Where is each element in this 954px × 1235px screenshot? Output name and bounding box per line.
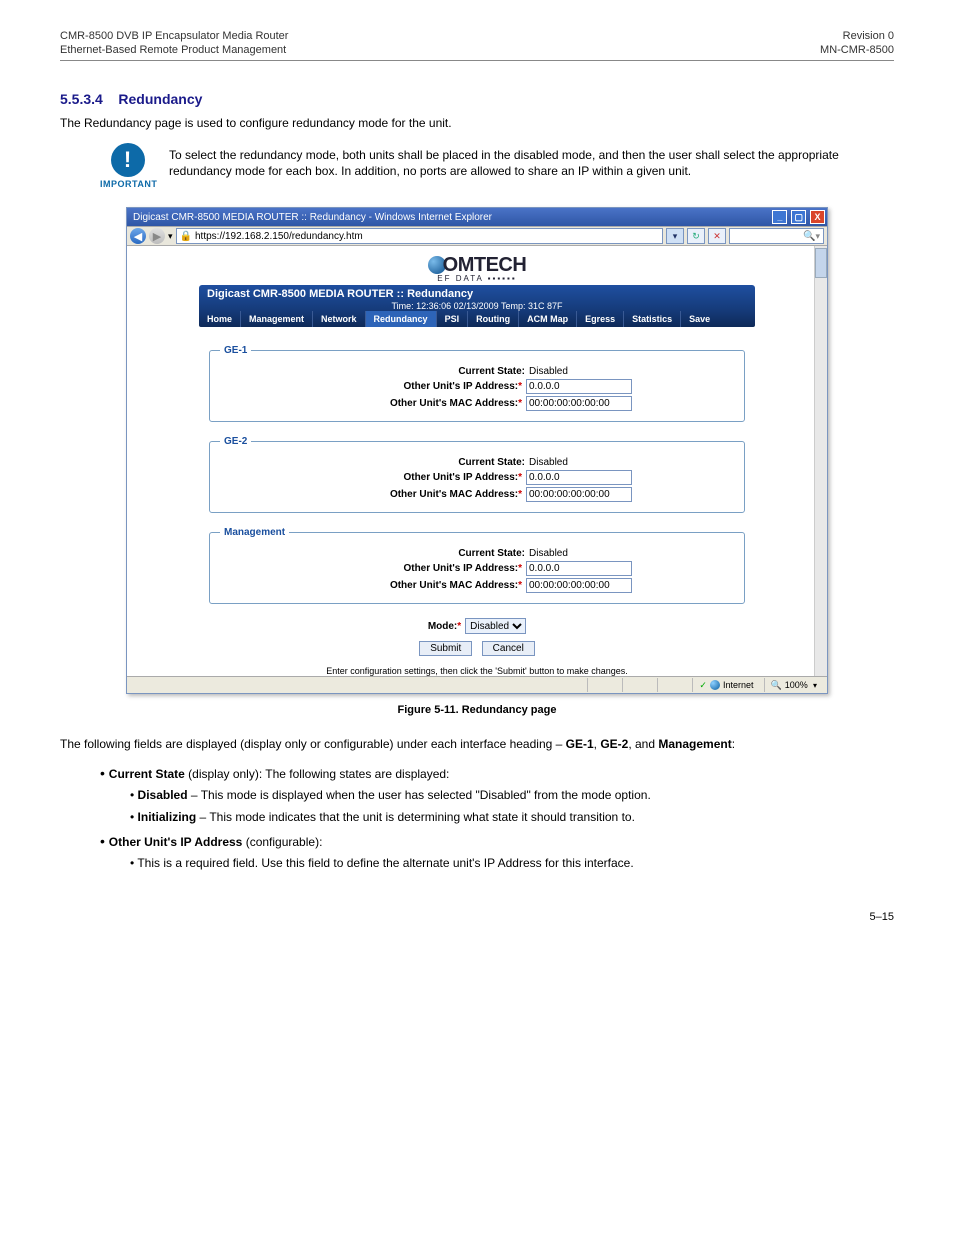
legend-ge-2: GE-2 xyxy=(220,436,251,447)
window-maximize-button[interactable]: ▢ xyxy=(791,210,806,224)
tab-routing[interactable]: Routing xyxy=(468,311,519,327)
tab-row: Home Management Network Redundancy PSI R… xyxy=(199,311,755,327)
fieldset-ge-2: GE-2 Current State: Disabled Other Unit'… xyxy=(209,436,745,513)
important-text: To select the redundancy mode, both unit… xyxy=(169,143,894,179)
fieldset-ge-1: GE-1 Current State: Disabled Other Unit'… xyxy=(209,345,745,422)
ge2-state-label: Current State: xyxy=(325,457,525,468)
section-title: Redundancy xyxy=(118,91,202,107)
doc-rev: Revision 0 xyxy=(843,30,894,42)
hint-line-1: Enter configuration settings, then click… xyxy=(207,666,747,676)
footer-page-number: 5–15 xyxy=(870,911,894,923)
legend-management: Management xyxy=(220,527,289,538)
ge1-mac-label: Other Unit's MAC Address:* xyxy=(322,398,522,409)
page-header-title: Digicast CMR-8500 MEDIA ROUTER :: Redund… xyxy=(207,288,473,300)
status-zoom: 100% xyxy=(785,680,808,690)
legend-ge-1: GE-1 xyxy=(220,345,251,356)
tab-management[interactable]: Management xyxy=(241,311,313,327)
tab-egress[interactable]: Egress xyxy=(577,311,624,327)
browser-window: Digicast CMR-8500 MEDIA ROUTER :: Redund… xyxy=(126,207,828,694)
ge1-ip-label: Other Unit's IP Address:* xyxy=(322,381,522,392)
address-bar[interactable]: 🔒 https://192.168.2.150/redundancy.htm xyxy=(176,228,663,244)
ge2-state-value: Disabled xyxy=(529,457,629,468)
window-minimize-button[interactable]: _ xyxy=(772,210,787,224)
address-url: https://192.168.2.150/redundancy.htm xyxy=(195,231,363,242)
intro-paragraph: The Redundancy page is used to configure… xyxy=(60,115,894,131)
refresh-button[interactable]: ↻ xyxy=(687,228,705,244)
scrollbar[interactable] xyxy=(814,246,827,676)
cancel-button[interactable]: Cancel xyxy=(482,641,535,656)
submit-button[interactable]: Submit xyxy=(419,641,472,656)
zoom-icon: 🔍 xyxy=(771,680,782,691)
window-title: Digicast CMR-8500 MEDIA ROUTER :: Redund… xyxy=(133,212,492,223)
tab-save[interactable]: Save xyxy=(681,311,718,327)
nav-back-button[interactable]: ◀ xyxy=(130,228,146,244)
mgmt-mac-label: Other Unit's MAC Address:* xyxy=(322,580,522,591)
bullet-other-ip: Other Unit's IP Address (configurable): … xyxy=(100,832,894,871)
doc-title-1: CMR-8500 DVB IP Encapsulator Media Route… xyxy=(60,30,288,42)
nav-forward-button[interactable]: ▶ xyxy=(149,228,165,244)
sub-disabled: Disabled – This mode is displayed when t… xyxy=(130,787,894,803)
ge2-mac-input[interactable] xyxy=(526,487,632,502)
page-header-time: Time: 12:36:06 02/13/2009 Temp: 31C 87F xyxy=(207,301,747,311)
ge1-mac-input[interactable] xyxy=(526,396,632,411)
search-box[interactable]: 🔍▾ xyxy=(729,228,824,244)
ge2-ip-input[interactable] xyxy=(526,470,632,485)
ge2-mac-label: Other Unit's MAC Address:* xyxy=(322,489,522,500)
doc-num: MN-CMR-8500 xyxy=(820,44,894,56)
window-close-button[interactable]: X xyxy=(810,210,825,224)
ge1-state-label: Current State: xyxy=(325,366,525,377)
window-titlebar: Digicast CMR-8500 MEDIA ROUTER :: Redund… xyxy=(127,208,827,226)
mgmt-ip-input[interactable] xyxy=(526,561,632,576)
tab-acm-map[interactable]: ACM Map xyxy=(519,311,577,327)
internet-icon xyxy=(710,680,720,690)
after-paragraph: The following fields are displayed (disp… xyxy=(60,736,894,752)
section-number: 5.5.3.4 xyxy=(60,91,103,107)
tab-psi[interactable]: PSI xyxy=(437,311,469,327)
addr-dropdown[interactable]: ▾ xyxy=(666,228,684,244)
mgmt-state-label: Current State: xyxy=(325,548,525,559)
ge1-ip-input[interactable] xyxy=(526,379,632,394)
logo: OMTECH EF DATA ▪▪▪▪▪▪ xyxy=(127,246,827,285)
mgmt-state-value: Disabled xyxy=(529,548,629,559)
sub-initializing: Initializing – This mode indicates that … xyxy=(130,809,894,825)
tab-statistics[interactable]: Statistics xyxy=(624,311,681,327)
fieldset-management: Management Current State: Disabled Other… xyxy=(209,527,745,604)
mgmt-mac-input[interactable] xyxy=(526,578,632,593)
figure-caption: Figure 5-11. Redundancy page xyxy=(60,704,894,716)
ge2-ip-label: Other Unit's IP Address:* xyxy=(322,472,522,483)
mode-label: Mode:* xyxy=(428,621,461,632)
page-header-bar: Digicast CMR-8500 MEDIA ROUTER :: Redund… xyxy=(199,285,755,311)
tab-network[interactable]: Network xyxy=(313,311,366,327)
stop-button[interactable]: ✕ xyxy=(708,228,726,244)
tab-home[interactable]: Home xyxy=(199,311,241,327)
status-internet: Internet xyxy=(723,680,754,690)
ge1-state-value: Disabled xyxy=(529,366,629,377)
sub-other-ip-desc: This is a required field. Use this field… xyxy=(130,855,894,871)
mgmt-ip-label: Other Unit's IP Address:* xyxy=(322,563,522,574)
important-icon: ! IMPORTANT xyxy=(100,143,155,189)
tab-redundancy[interactable]: Redundancy xyxy=(366,311,437,327)
mode-select[interactable]: Disabled xyxy=(465,618,526,634)
status-bar: ✓Internet 🔍100% ▾ xyxy=(127,676,827,693)
doc-title-2: Ethernet-Based Remote Product Management xyxy=(60,44,286,56)
search-icon: 🔍 xyxy=(803,231,815,242)
bullet-current-state: Current State (display only): The follow… xyxy=(100,764,894,825)
